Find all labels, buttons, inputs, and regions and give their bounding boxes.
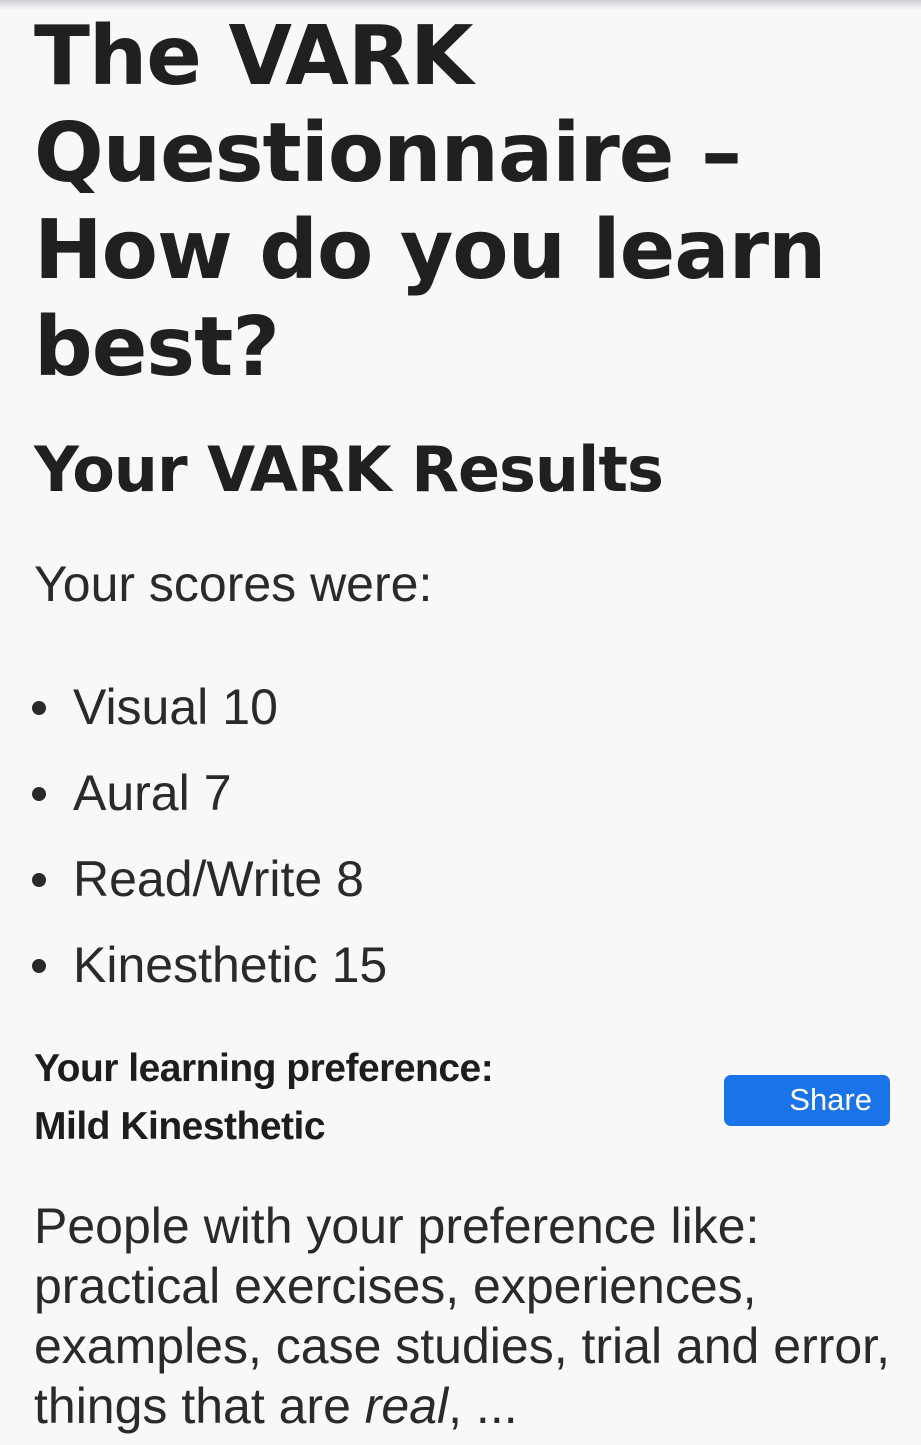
score-item-visual: Visual 10 (0, 676, 387, 762)
score-label: Visual (73, 679, 209, 735)
score-list: Visual 10 Aural 7 Read/Write 8 Kinesthetic 1… (0, 676, 387, 1020)
score-label: Kinesthetic (73, 937, 318, 993)
preference-description: People with your preference like: practi… (34, 1196, 894, 1436)
bullet-icon (32, 787, 46, 801)
score-item-kinesthetic: Kinesthetic 15 (0, 934, 387, 1020)
score-item-read-write: Read/Write 8 (0, 848, 387, 934)
score-label: Aural (73, 765, 190, 821)
description-emphasis: real (364, 1378, 449, 1434)
score-value: 10 (222, 679, 278, 735)
learning-preference: Your learning preference: Mild Kinesthet… (34, 1040, 494, 1156)
score-value: 8 (336, 851, 364, 907)
bullet-icon (32, 873, 46, 887)
score-value: 15 (331, 937, 388, 993)
bullet-icon (32, 959, 46, 973)
page-title: The VARK Questionnaire – How do you lear… (34, 9, 826, 395)
scores-intro: Your scores were: (34, 556, 433, 612)
section-title: Your VARK Results (34, 433, 664, 506)
score-label: Read/Write (73, 851, 323, 907)
bullet-icon (32, 701, 46, 715)
preference-value: Mild Kinesthetic (34, 1105, 326, 1148)
share-button[interactable]: Share (724, 1075, 890, 1126)
description-suffix: , ... (448, 1378, 518, 1434)
preference-label: Your learning preference: (34, 1047, 494, 1090)
score-value: 7 (203, 765, 232, 821)
score-item-aural: Aural 7 (0, 762, 387, 848)
